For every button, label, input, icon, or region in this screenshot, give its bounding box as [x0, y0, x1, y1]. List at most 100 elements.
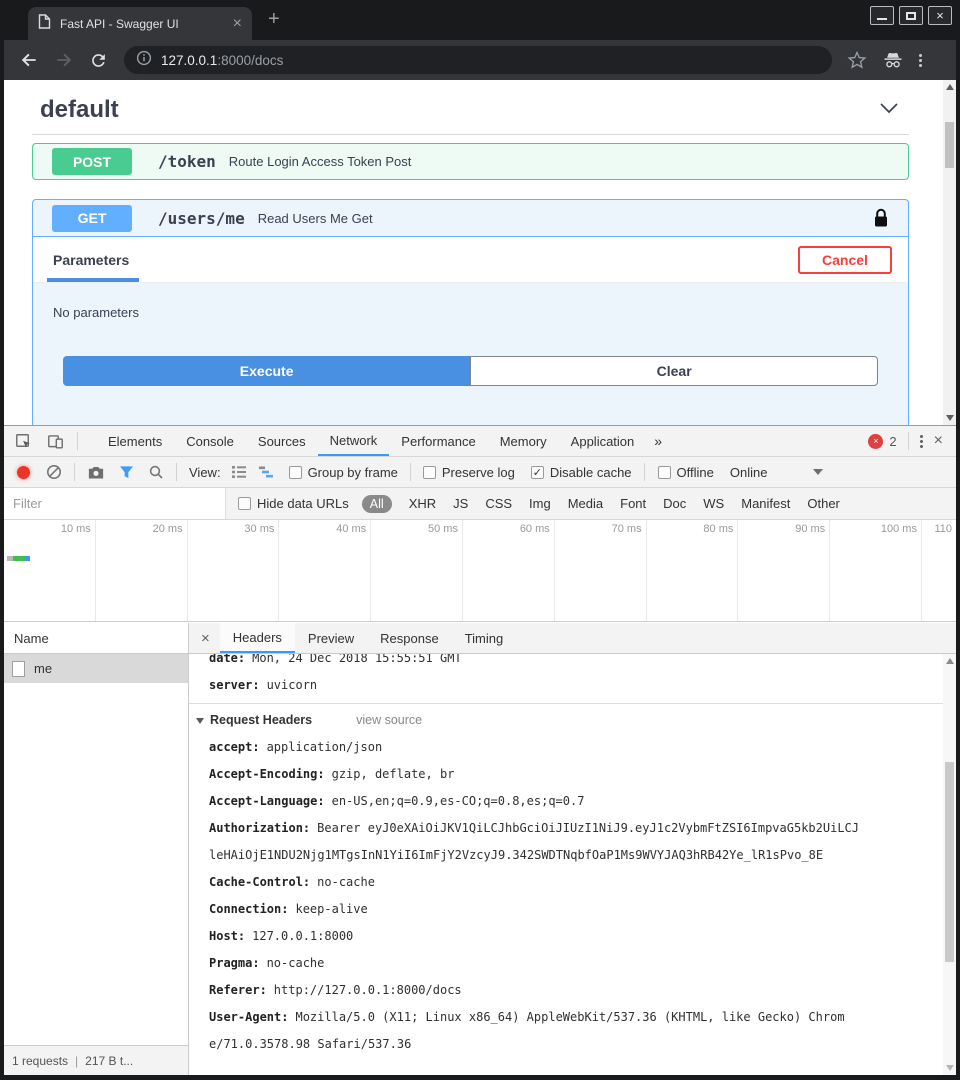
record-icon[interactable]	[17, 466, 30, 479]
throttling-dropdown-arrow-icon[interactable]	[813, 469, 823, 475]
page-scrollbar-thumb[interactable]	[945, 122, 954, 168]
detail-close-icon[interactable]	[189, 630, 220, 647]
post-method-badge: POST	[52, 148, 132, 175]
search-icon[interactable]	[148, 464, 164, 480]
tab-performance[interactable]: Performance	[389, 426, 487, 456]
requests-count: 1 requests	[12, 1054, 68, 1068]
filter-type-media[interactable]: Media	[568, 496, 603, 511]
device-toolbar-icon[interactable]	[46, 432, 65, 451]
throttling-select[interactable]: Online	[730, 465, 768, 480]
filter-type-js[interactable]: JS	[453, 496, 468, 511]
clear-requests-icon[interactable]	[46, 464, 62, 480]
reload-icon[interactable]	[89, 51, 108, 70]
filter-type-doc[interactable]: Doc	[663, 496, 686, 511]
tab-memory[interactable]: Memory	[488, 426, 559, 456]
request-row-me[interactable]: me	[4, 654, 188, 683]
tab-timing[interactable]: Timing	[452, 623, 517, 653]
get-path: /users/me	[158, 209, 245, 228]
screenshot-camera-icon[interactable]	[87, 465, 105, 480]
status-separator: |	[75, 1054, 78, 1068]
filter-type-all[interactable]: All	[362, 495, 392, 513]
inspect-element-icon[interactable]	[14, 432, 33, 451]
view-source-link[interactable]: view source	[356, 707, 422, 734]
request-header-row: accept:application/json	[189, 734, 943, 761]
hide-data-urls-label: Hide data URLs	[257, 496, 349, 511]
endpoint-get-users-me[interactable]: GET /users/me Read Users Me Get	[33, 200, 908, 236]
scroll-down-arrow[interactable]	[946, 1065, 954, 1071]
request-header-row-authorization: Authorization:Bearer eyJ0eXAiOiJKV1QiLCJ…	[189, 815, 943, 869]
browser-tab[interactable]: Fast API - Swagger UI	[28, 7, 252, 40]
scroll-down-arrow[interactable]	[946, 415, 954, 421]
endpoint-get-users-me-block: GET /users/me Read Users Me Get Paramete…	[32, 199, 909, 425]
filter-type-manifest[interactable]: Manifest	[741, 496, 790, 511]
browser-menu-icon[interactable]	[919, 54, 922, 67]
close-window-button[interactable]	[928, 6, 952, 25]
name-column-header[interactable]: Name	[4, 623, 188, 654]
filter-type-img[interactable]: Img	[529, 496, 551, 511]
devtools-menu-icon[interactable]	[920, 435, 923, 448]
filter-type-css[interactable]: CSS	[485, 496, 512, 511]
detail-scrollbar-thumb[interactable]	[945, 762, 954, 962]
more-tabs-icon[interactable]: »	[646, 433, 670, 449]
tab-headers[interactable]: Headers	[220, 623, 295, 653]
filter-input[interactable]	[4, 488, 226, 519]
view-waterfall-icon[interactable]	[258, 465, 274, 479]
response-header-row: date:Mon, 24 Dec 2018 15:55:51 GMT	[189, 654, 943, 672]
timeline-tick: 20 ms	[96, 520, 188, 621]
devtools-panel: Elements Console Sources Network Perform…	[4, 425, 956, 1075]
url-host: 127.0.0.1	[161, 53, 217, 68]
timeline-tick: 40 ms	[279, 520, 371, 621]
offline-checkbox[interactable]	[658, 466, 671, 479]
error-badge-icon[interactable]	[868, 434, 883, 449]
new-tab-button[interactable]	[268, 9, 280, 29]
tab-console[interactable]: Console	[174, 426, 246, 456]
headers-detail-body[interactable]: date:Mon, 24 Dec 2018 15:55:51 GMT serve…	[189, 654, 943, 1075]
detail-scrollbar[interactable]	[943, 654, 956, 1075]
disable-cache-checkbox[interactable]	[531, 466, 544, 479]
request-header-row: Host:127.0.0.1:8000	[189, 923, 943, 950]
filter-funnel-icon[interactable]	[119, 465, 134, 479]
chevron-down-icon[interactable]	[879, 101, 899, 119]
devtools-close-icon[interactable]	[934, 433, 943, 449]
disclosure-triangle-icon[interactable]	[196, 718, 204, 724]
execute-button[interactable]: Execute	[63, 356, 470, 386]
scroll-up-arrow[interactable]	[946, 658, 954, 664]
cancel-button[interactable]: Cancel	[798, 246, 892, 274]
group-by-frame-checkbox[interactable]	[289, 466, 302, 479]
preserve-log-checkbox[interactable]	[423, 466, 436, 479]
lock-icon[interactable]	[874, 208, 888, 233]
network-status-bar: 1 requests | 217 B t...	[4, 1045, 188, 1075]
endpoint-post-token[interactable]: POST /token Route Login Access Token Pos…	[32, 143, 909, 180]
tab-elements[interactable]: Elements	[96, 426, 174, 456]
tab-close-icon[interactable]	[233, 16, 242, 32]
request-header-row: Connection:keep-alive	[189, 896, 943, 923]
filter-type-xhr[interactable]: XHR	[409, 496, 436, 511]
forward-icon[interactable]	[54, 50, 74, 70]
filter-type-other[interactable]: Other	[807, 496, 840, 511]
page-scrollbar[interactable]	[943, 80, 956, 425]
parameters-tab[interactable]: Parameters	[53, 252, 129, 268]
bookmark-star-icon[interactable]	[847, 50, 867, 70]
group-by-frame-label: Group by frame	[308, 465, 398, 480]
back-icon[interactable]	[19, 50, 39, 70]
hide-data-urls-checkbox[interactable]	[238, 497, 251, 510]
tab-preview[interactable]: Preview	[295, 623, 367, 653]
info-icon[interactable]	[136, 50, 152, 71]
request-headers-title[interactable]: Request Headers	[210, 707, 312, 734]
address-bar[interactable]: 127.0.0.1:8000/docs	[124, 46, 832, 74]
tab-network[interactable]: Network	[318, 426, 390, 456]
maximize-button[interactable]	[899, 6, 923, 25]
view-list-icon[interactable]	[231, 465, 247, 479]
request-detail-panel: Headers Preview Response Timing date:Mon…	[189, 623, 956, 1075]
scroll-up-arrow[interactable]	[946, 84, 954, 90]
filter-type-font[interactable]: Font	[620, 496, 646, 511]
minimize-button[interactable]	[870, 6, 894, 25]
tab-sources[interactable]: Sources	[246, 426, 318, 456]
tab-response[interactable]: Response	[367, 623, 452, 653]
clear-button[interactable]: Clear	[470, 356, 878, 386]
request-header-row-user-agent: User-Agent:Mozilla/5.0 (X11; Linux x86_6…	[189, 1004, 943, 1058]
tab-application[interactable]: Application	[559, 426, 647, 456]
get-method-badge: GET	[52, 205, 132, 232]
filter-type-ws[interactable]: WS	[703, 496, 724, 511]
network-timeline-overview[interactable]: 10 ms 20 ms 30 ms 40 ms 50 ms 60 ms 70 m…	[4, 520, 956, 622]
